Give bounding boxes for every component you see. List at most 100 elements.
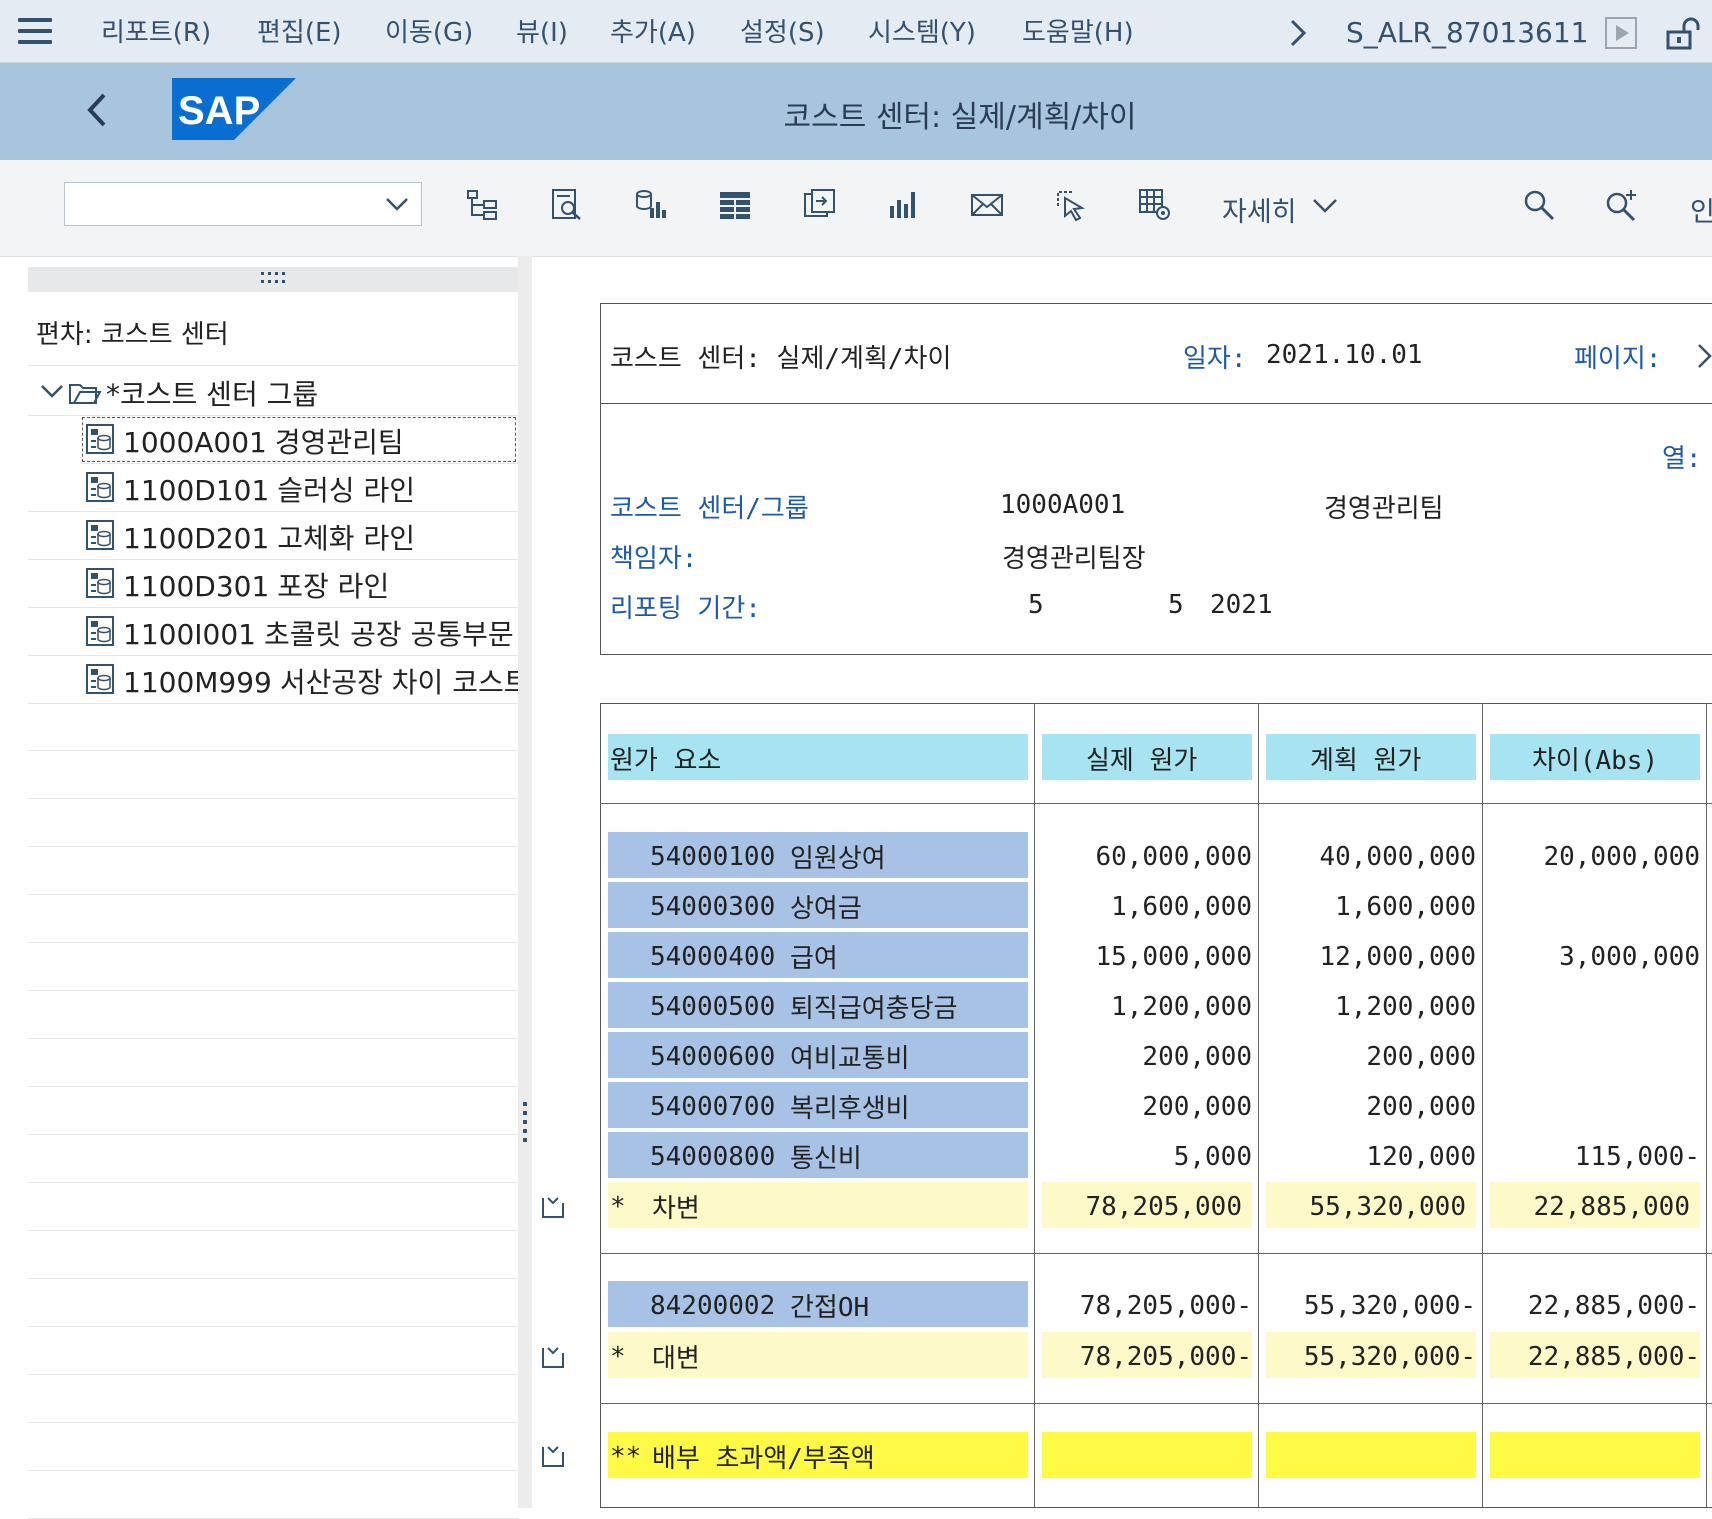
bar-chart-icon[interactable] <box>886 188 920 222</box>
cost-element-row[interactable]: 54000100 임원상여 <box>608 832 1028 878</box>
cost-center-name: 경영관리팀 <box>1324 494 1444 524</box>
table-settings-icon[interactable] <box>1138 188 1172 222</box>
responsible-label: 책임자: <box>610 544 698 574</box>
tree-item[interactable]: 1100D101 슬러싱 라인 <box>28 463 518 512</box>
grand-total-row[interactable]: ** 배부 초과액/부족액 <box>608 1432 1028 1478</box>
report-search-icon[interactable] <box>550 188 584 222</box>
vertical-splitter[interactable] <box>518 256 532 1508</box>
credit-total-var: 22,885,000- <box>1527 1342 1700 1372</box>
tree-item-code: 1100M999 <box>123 666 272 699</box>
tree-empty-row <box>28 943 518 991</box>
tree-item[interactable]: 1100M999서산공장 차이 코스트센터 <box>28 655 518 704</box>
cost-center-icon <box>86 472 114 502</box>
subtotal-marker-icon[interactable] <box>540 1194 566 1220</box>
search-icon[interactable] <box>1522 188 1556 222</box>
cost-element-name: 간접OH <box>790 1293 870 1323</box>
column-header-plan[interactable]: 계획 원가 <box>1266 734 1476 780</box>
chevron-right-icon[interactable] <box>1288 18 1308 48</box>
cost-element-row[interactable]: 54000800 통신비 <box>608 1132 1028 1178</box>
tree-empty-row <box>28 1231 518 1279</box>
amount-plan: 1,600,000 <box>1335 892 1476 922</box>
menu-goto[interactable]: 이동(G) <box>385 12 473 49</box>
chevron-right-icon[interactable] <box>1696 342 1712 370</box>
cost-element-name: 통신비 <box>790 1144 862 1174</box>
tree-item-code: 1100I001 <box>123 618 256 651</box>
cost-element-code: 54000100 <box>650 842 776 872</box>
pane-resize-handle[interactable] <box>28 267 518 292</box>
export-icon[interactable] <box>802 188 836 222</box>
subtotal-marker-icon[interactable] <box>540 1344 566 1370</box>
menu-system[interactable]: 시스템(Y) <box>868 12 976 49</box>
amount-plan: 40,000,000 <box>1319 842 1476 872</box>
cost-element-name: 퇴직급여충당금 <box>790 994 958 1024</box>
cost-element-code: 54000300 <box>650 892 776 922</box>
cost-element-row[interactable]: 54000400 급여 <box>608 932 1028 978</box>
cost-element-row[interactable]: 54000600 여비교통비 <box>608 1032 1028 1078</box>
tree-root-row[interactable]: *코스트 센터 그룹 <box>28 367 518 416</box>
cost-element-name: 여비교통비 <box>790 1044 910 1074</box>
tree-item[interactable]: 1100D301 포장 라인 <box>28 559 518 608</box>
cost-element-row[interactable]: 84200002 간접OH <box>608 1281 1028 1327</box>
layout-dropdown[interactable] <box>64 182 422 226</box>
hamburger-menu-icon[interactable] <box>18 18 52 46</box>
subtotal-marker-icon[interactable] <box>540 1443 566 1469</box>
cost-element-name: 상여금 <box>790 894 862 924</box>
cost-element-row[interactable]: 54000700 복리후생비 <box>608 1082 1028 1128</box>
tree-item[interactable]: 1100I001 초콜릿 공장 공통부문 <box>28 607 518 656</box>
unlock-icon[interactable] <box>1662 14 1702 52</box>
credit-actual: 78,205,000- <box>1079 1291 1252 1321</box>
cost-center-label: 코스트 센터/그룹 <box>610 494 809 524</box>
amount-plan: 1,200,000 <box>1335 992 1476 1022</box>
cost-element-row[interactable]: 54000300 상여금 <box>608 882 1028 928</box>
hierarchy-icon[interactable] <box>466 188 500 222</box>
menu-edit[interactable]: 편집(E) <box>257 12 342 49</box>
column-header-variance[interactable]: 차이(Abs) <box>1490 734 1700 780</box>
table-layout-icon[interactable] <box>718 188 752 222</box>
credit-total-mark: * <box>610 1342 626 1372</box>
cost-center-icon <box>86 616 114 646</box>
chevron-down-icon[interactable] <box>1312 196 1338 216</box>
grand-total-plan <box>1266 1432 1476 1478</box>
tree-item-code: 1000A001 <box>123 426 267 459</box>
amount-actual: 15,000,000 <box>1095 942 1252 972</box>
debit-total-label: 차변 <box>652 1194 700 1224</box>
debit-total-row[interactable]: * 차변 <box>608 1182 1028 1228</box>
amount-actual: 60,000,000 <box>1095 842 1252 872</box>
tree-item-name: 경영관리팀 <box>274 426 404 459</box>
mail-icon[interactable] <box>970 188 1004 222</box>
search-next-icon[interactable] <box>1604 188 1638 222</box>
menu-report[interactable]: 리포트(R) <box>101 12 211 49</box>
amount-actual: 200,000 <box>1142 1042 1252 1072</box>
select-cursor-icon[interactable] <box>1054 188 1088 222</box>
column-header-actual[interactable]: 실제 원가 <box>1042 734 1252 780</box>
more-button[interactable]: 자세히 <box>1222 190 1297 229</box>
vertical-drag-handle-icon <box>523 1102 527 1142</box>
database-chart-icon[interactable] <box>634 188 668 222</box>
chevron-down-icon[interactable] <box>40 383 64 399</box>
tree-empty-row <box>28 1471 518 1519</box>
amount-actual: 200,000 <box>1142 1092 1252 1122</box>
menu-extras[interactable]: 추가(A) <box>610 12 696 49</box>
amount-var: 115,000- <box>1574 1142 1700 1172</box>
grand-total-actual <box>1042 1432 1252 1478</box>
cost-element-name: 임원상여 <box>790 844 886 874</box>
column-header-element[interactable]: 원가 요소 <box>608 734 1028 780</box>
credit-total-row[interactable]: * 대변 <box>608 1332 1028 1378</box>
tree-empty-row <box>28 799 518 847</box>
drag-handle-icon <box>261 272 285 283</box>
menu-settings[interactable]: 설정(S) <box>740 12 825 49</box>
menu-help[interactable]: 도움말(H) <box>1022 12 1134 49</box>
menu-view[interactable]: 뷰(I) <box>516 12 568 49</box>
period-to: 5 <box>1168 590 1184 620</box>
cost-element-row[interactable]: 54000500 퇴직급여충당금 <box>608 982 1028 1028</box>
execute-icon[interactable] <box>1604 16 1638 50</box>
amount-plan: 120,000 <box>1366 1142 1476 1172</box>
tree-item[interactable]: 1100D201 고체화 라인 <box>28 511 518 560</box>
tree-item[interactable]: 1000A001 경영관리팀 <box>80 415 518 464</box>
cost-center-icon <box>86 568 114 598</box>
responsible-value: 경영관리팀장 <box>1002 544 1146 574</box>
print-button-partial[interactable]: 인 <box>1690 190 1712 229</box>
tree-empty-row <box>28 1327 518 1375</box>
grand-total-var <box>1490 1432 1700 1478</box>
debit-total-plan: 55,320,000 <box>1309 1192 1466 1222</box>
